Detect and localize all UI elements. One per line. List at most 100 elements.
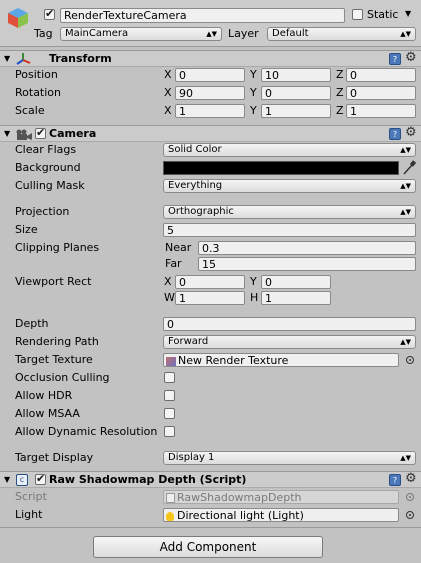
- help-icon[interactable]: ?: [389, 53, 401, 65]
- fold-arrow-icon[interactable]: ▼: [4, 472, 10, 487]
- projection-label: Projection: [15, 205, 70, 218]
- eyedropper-icon[interactable]: [402, 160, 417, 176]
- fold-arrow-icon[interactable]: ▼: [4, 126, 10, 141]
- clear-flags-dropdown[interactable]: Solid Color ▲▼: [163, 143, 416, 157]
- script-enabled-checkbox[interactable]: [35, 472, 46, 485]
- viewport-w-field[interactable]: 1: [175, 291, 245, 305]
- viewport-y-field[interactable]: 0: [261, 275, 331, 289]
- viewport-w-label[interactable]: W: [164, 291, 175, 305]
- layer-label: Layer: [228, 27, 259, 40]
- near-label[interactable]: Near: [165, 241, 191, 255]
- layer-dropdown[interactable]: Default ▲▼: [267, 27, 416, 41]
- rendering-path-label: Rendering Path: [15, 335, 99, 348]
- occlusion-culling-label: Occlusion Culling: [15, 371, 110, 384]
- viewport-y-label[interactable]: Y: [250, 275, 257, 289]
- chevron-updown-icon: ▲▼: [400, 208, 411, 216]
- position-y-field[interactable]: 10: [261, 68, 331, 82]
- active-checkbox[interactable]: [44, 7, 55, 20]
- rotation-x-field[interactable]: 90: [175, 86, 245, 100]
- viewport-x-label[interactable]: X: [164, 275, 172, 289]
- light-field[interactable]: Directional light (Light): [163, 508, 399, 522]
- script-label: Script: [15, 490, 47, 503]
- chevron-updown-icon: ▲▼: [400, 338, 411, 346]
- scale-z-field[interactable]: 1: [346, 104, 416, 118]
- fold-arrow-icon[interactable]: ▼: [4, 51, 10, 66]
- scale-x-field[interactable]: 1: [175, 104, 245, 118]
- add-component-button[interactable]: Add Component: [93, 536, 323, 558]
- allow-hdr-checkbox[interactable]: [164, 390, 175, 401]
- near-field[interactable]: 0.3: [198, 241, 416, 255]
- axis-z-label[interactable]: Z: [336, 104, 344, 118]
- position-z-field[interactable]: 0: [346, 68, 416, 82]
- rotation-z-field[interactable]: 0: [346, 86, 416, 100]
- occlusion-culling-checkbox[interactable]: [164, 372, 175, 383]
- static-checkbox[interactable]: [352, 9, 363, 20]
- allow-dynamic-resolution-label: Allow Dynamic Resolution: [15, 425, 158, 438]
- target-texture-value: New Render Texture: [178, 354, 289, 367]
- script-value: RawShadowmapDepth: [177, 491, 302, 504]
- rotation-label: Rotation: [15, 86, 62, 99]
- position-x-field[interactable]: 0: [175, 68, 245, 82]
- object-picker-icon[interactable]: [406, 356, 414, 364]
- axis-x-label[interactable]: X: [164, 104, 172, 118]
- axis-x-label[interactable]: X: [164, 86, 172, 100]
- allow-dynamic-resolution-checkbox[interactable]: [164, 426, 175, 437]
- position-label: Position: [15, 68, 58, 81]
- background-label: Background: [15, 161, 81, 174]
- tag-value: MainCamera: [65, 28, 129, 39]
- projection-value: Orthographic: [168, 206, 234, 217]
- gameobject-name-field[interactable]: RenderTextureCamera: [60, 8, 345, 23]
- axis-y-label[interactable]: Y: [250, 86, 257, 100]
- gear-icon[interactable]: ⚙: [405, 51, 417, 65]
- target-texture-field[interactable]: New Render Texture: [163, 353, 399, 367]
- object-picker-icon: [406, 493, 414, 501]
- transform-header[interactable]: ▼ Transform ? ⚙: [0, 50, 421, 67]
- rendering-path-dropdown[interactable]: Forward ▲▼: [163, 335, 416, 349]
- cs-script-icon: [166, 493, 175, 503]
- gear-icon[interactable]: ⚙: [405, 126, 417, 140]
- gear-icon[interactable]: ⚙: [405, 472, 417, 486]
- scale-label: Scale: [15, 104, 45, 117]
- target-display-label: Target Display: [15, 451, 94, 464]
- target-display-dropdown[interactable]: Display 1 ▲▼: [163, 451, 416, 465]
- camera-title: Camera: [49, 127, 97, 140]
- help-icon[interactable]: ?: [389, 128, 401, 140]
- depth-field[interactable]: 0: [163, 317, 416, 331]
- gameobject-cube-icon: [6, 6, 30, 30]
- camera-enabled-checkbox[interactable]: [35, 126, 46, 139]
- axis-z-label[interactable]: Z: [336, 68, 344, 82]
- target-display-value: Display 1: [168, 452, 215, 463]
- clear-flags-label: Clear Flags: [15, 143, 77, 156]
- far-field[interactable]: 15: [198, 257, 416, 271]
- tag-dropdown[interactable]: MainCamera ▲▼: [60, 27, 222, 41]
- chevron-updown-icon: ▲▼: [206, 30, 217, 38]
- axis-z-label[interactable]: Z: [336, 86, 344, 100]
- allow-hdr-label: Allow HDR: [15, 389, 73, 402]
- allow-msaa-label: Allow MSAA: [15, 407, 80, 420]
- axis-y-label[interactable]: Y: [250, 68, 257, 82]
- help-icon[interactable]: ?: [389, 474, 401, 486]
- static-dropdown-arrow-icon[interactable]: ▼: [405, 9, 411, 18]
- transform-title: Transform: [49, 52, 112, 65]
- allow-msaa-checkbox[interactable]: [164, 408, 175, 419]
- axis-x-label[interactable]: X: [164, 68, 172, 82]
- culling-mask-dropdown[interactable]: Everything ▲▼: [163, 179, 416, 193]
- background-color-swatch[interactable]: [163, 161, 399, 175]
- axis-y-label[interactable]: Y: [250, 104, 257, 118]
- size-field[interactable]: 5: [163, 223, 416, 237]
- chevron-updown-icon: ▲▼: [400, 454, 411, 462]
- rotation-y-field[interactable]: 0: [261, 86, 331, 100]
- viewport-h-field[interactable]: 1: [261, 291, 331, 305]
- object-picker-icon[interactable]: [406, 511, 414, 519]
- scale-y-field[interactable]: 1: [261, 104, 331, 118]
- shadow-script-header[interactable]: ▼ c Raw Shadowmap Depth (Script) ? ⚙: [0, 471, 421, 488]
- culling-mask-value: Everything: [168, 180, 223, 191]
- camera-header[interactable]: ▼ Camera ? ⚙: [0, 125, 421, 142]
- script-field: RawShadowmapDepth: [163, 490, 399, 504]
- far-label[interactable]: Far: [165, 257, 182, 271]
- projection-dropdown[interactable]: Orthographic ▲▼: [163, 205, 416, 219]
- viewport-h-label[interactable]: H: [250, 291, 258, 305]
- viewport-x-field[interactable]: 0: [175, 275, 245, 289]
- add-component-label: Add Component: [159, 540, 257, 554]
- script-icon: c: [16, 474, 28, 486]
